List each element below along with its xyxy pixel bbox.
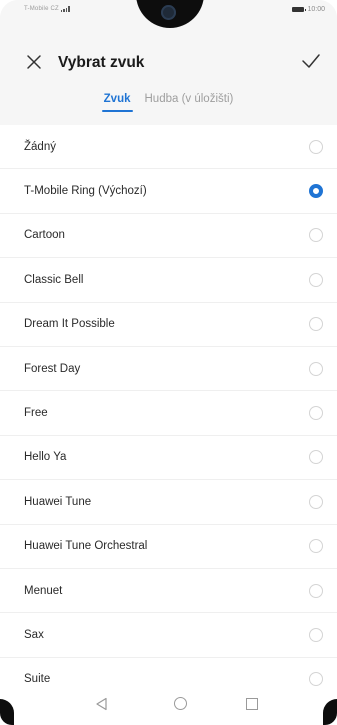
radio-button[interactable]: [309, 539, 323, 554]
page-title: Vybrat zvuk: [58, 54, 145, 71]
radio-button[interactable]: [309, 317, 323, 332]
checkmark-icon: [302, 54, 320, 68]
app-header: Vybrat zvuk: [0, 34, 337, 84]
ringtone-label: Hello Ya: [24, 451, 67, 464]
carrier-name: T-Mobile CZ: [24, 6, 59, 12]
ringtone-label: Cartoon: [24, 229, 65, 242]
front-camera: [161, 5, 176, 20]
ringtone-list: Žádný T-Mobile Ring (Výchozí) Cartoon Cl…: [0, 125, 337, 703]
radio-button[interactable]: [309, 228, 323, 243]
list-item[interactable]: Sax: [0, 613, 337, 658]
ringtone-label: Forest Day: [24, 362, 81, 375]
close-button[interactable]: [26, 54, 42, 70]
list-item[interactable]: Huawei Tune Orchestral: [0, 525, 337, 569]
radio-button[interactable]: [309, 406, 323, 421]
tab-bar: Zvuk Hudba (v úložišti): [0, 90, 337, 120]
phone-screen: T-Mobile CZ 10:00 Vybrat zvuk Zvuk Hudba…: [0, 0, 337, 725]
ringtone-label: Menuet: [24, 584, 63, 597]
ringtone-label: Huawei Tune: [24, 495, 92, 508]
radio-button[interactable]: [309, 361, 323, 376]
tab-music-storage[interactable]: Hudba (v úložišti): [143, 90, 236, 112]
system-nav-bar: [0, 690, 337, 725]
signal-icon: [60, 6, 70, 12]
confirm-button[interactable]: [301, 52, 321, 70]
list-item[interactable]: Classic Bell: [0, 258, 337, 303]
nav-back-button[interactable]: [95, 697, 109, 711]
battery-icon: [292, 7, 307, 12]
list-item[interactable]: Huawei Tune: [0, 480, 337, 525]
radio-button[interactable]: [309, 139, 323, 154]
ringtone-label: Suite: [24, 673, 51, 686]
clock: 10:00: [307, 6, 325, 13]
ringtone-label: Žádný: [24, 140, 56, 153]
ringtone-label: Classic Bell: [24, 273, 84, 286]
screen-corner-left: [0, 699, 14, 725]
status-bar: T-Mobile CZ 10:00: [0, 0, 337, 30]
triangle-back-icon: [96, 697, 107, 711]
list-item[interactable]: Žádný: [0, 125, 337, 170]
ringtone-label: Free: [24, 407, 48, 420]
ringtone-label: Dream It Possible: [24, 318, 115, 331]
tab-music-label: Hudba (v úložišti): [144, 93, 234, 105]
battery-indicator: 10:00: [292, 6, 325, 13]
active-tab-indicator: [101, 110, 133, 112]
radio-button-selected[interactable]: [309, 184, 323, 199]
radio-button[interactable]: [309, 272, 323, 287]
list-item[interactable]: Dream It Possible: [0, 303, 337, 347]
list-item[interactable]: Hello Ya: [0, 436, 337, 481]
radio-button[interactable]: [309, 627, 323, 642]
list-item[interactable]: Forest Day: [0, 347, 337, 392]
circle-home-icon[interactable]: [174, 697, 187, 710]
list-item[interactable]: Menuet: [0, 569, 337, 614]
radio-button[interactable]: [309, 672, 323, 687]
ringtone-label: Sax: [24, 628, 44, 641]
tab-sound[interactable]: Zvuk: [101, 90, 133, 112]
radio-button[interactable]: [309, 583, 323, 598]
list-item[interactable]: T-Mobile Ring (Výchozí): [0, 169, 337, 214]
carrier-indicator: T-Mobile CZ: [24, 6, 70, 12]
square-recent-icon[interactable]: [246, 698, 258, 710]
screen-corner-right: [323, 699, 337, 725]
ringtone-label: Huawei Tune Orchestral: [24, 540, 148, 553]
list-item[interactable]: Free: [0, 391, 337, 436]
close-icon: [27, 55, 41, 69]
radio-button[interactable]: [309, 494, 323, 509]
list-item[interactable]: Cartoon: [0, 214, 337, 259]
tab-sound-label: Zvuk: [103, 93, 131, 105]
ringtone-label: T-Mobile Ring (Výchozí): [24, 185, 147, 198]
radio-button[interactable]: [309, 450, 323, 465]
